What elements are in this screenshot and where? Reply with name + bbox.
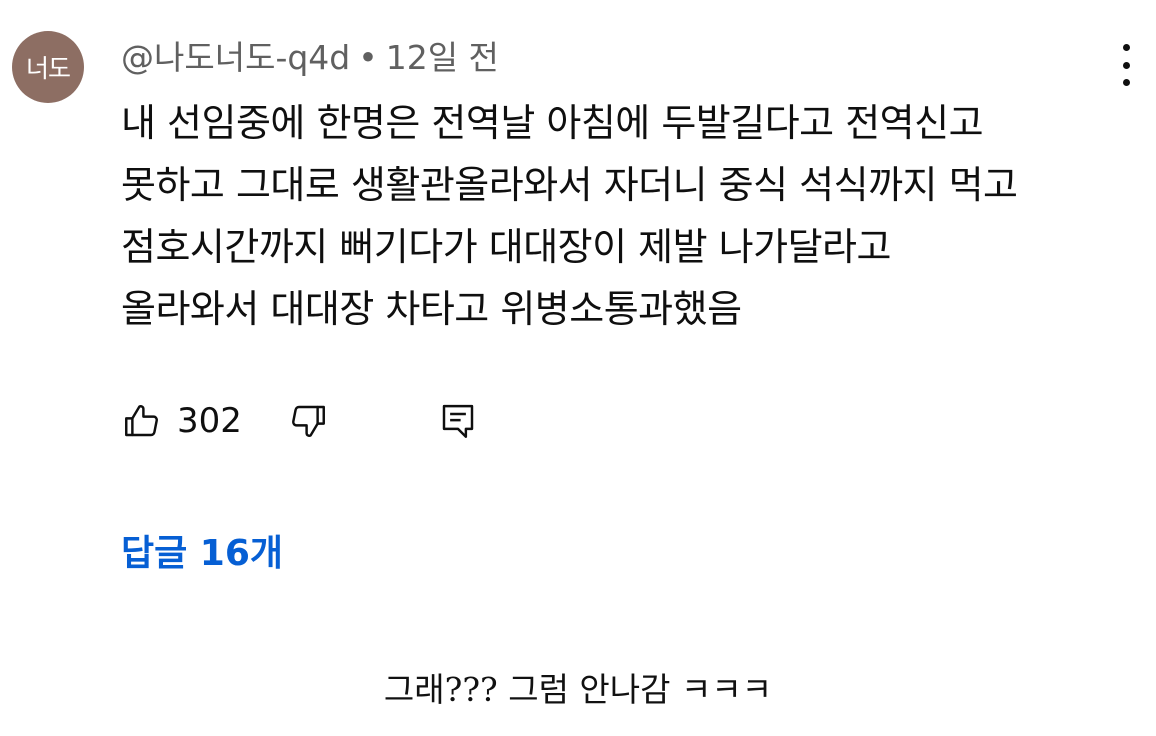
meta-separator: • <box>358 38 378 77</box>
comment-text: 내 선임중에 한명은 전역날 아침에 두발길다고 전역신고 못하고 그대로 생활… <box>121 92 1131 340</box>
author-name[interactable]: @나도너도-q4d <box>121 38 350 77</box>
more-vert-icon-dot <box>1122 61 1130 69</box>
comment-header: @나도너도-q4d • 12일 전 <box>121 36 499 80</box>
like-count: 302 <box>177 401 242 441</box>
meme-caption: 그래??? 그럼 안나감 ㅋㅋㅋ <box>383 670 773 709</box>
comment-icon <box>442 404 474 438</box>
replies-button[interactable]: 답글 16개 <box>121 524 283 576</box>
thumbs-up-icon <box>125 405 158 437</box>
more-vert-icon-dot <box>1122 79 1130 86</box>
comment-line: 올라와서 대대장 차타고 위병소통과했음 <box>121 287 742 331</box>
more-options-button[interactable] <box>1108 44 1144 86</box>
comment-line: 내 선임중에 한명은 전역날 아침에 두발길다고 전역신고 <box>121 101 984 145</box>
comment-line: 점호시간까지 뻐기다가 대대장이 제발 나가달라고 <box>121 225 891 269</box>
more-vert-icon <box>1122 44 1130 51</box>
avatar[interactable]: 너도 <box>12 31 84 103</box>
like-button[interactable]: 302 <box>121 398 242 444</box>
avatar-initials: 너도 <box>25 54 71 83</box>
reply-button[interactable] <box>437 398 479 444</box>
thumbs-down-icon <box>292 405 325 437</box>
comment-time[interactable]: 12일 전 <box>386 38 499 77</box>
comment-line: 못하고 그대로 생활관올라와서 자더니 중식 석식까지 먹고 <box>121 163 1018 207</box>
dislike-button[interactable] <box>287 398 329 444</box>
